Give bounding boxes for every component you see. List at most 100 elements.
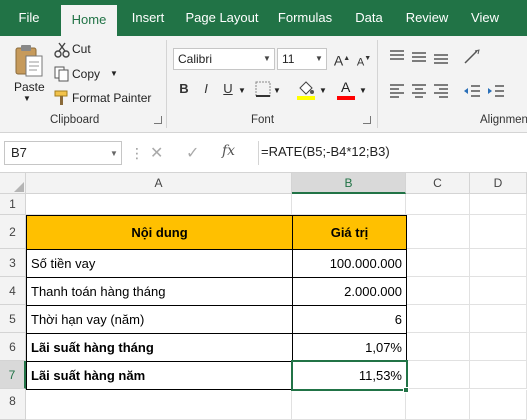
copy-icon (54, 66, 69, 82)
row-header-2[interactable]: 2 (0, 215, 26, 249)
fill-handle[interactable] (403, 387, 409, 393)
cell-b7[interactable]: 11,53% (292, 361, 407, 390)
fill-color-button[interactable]: ▼ (295, 78, 329, 100)
cell-c7[interactable] (407, 361, 470, 389)
column-header-c[interactable]: C (406, 173, 470, 194)
paste-button[interactable]: Paste ▼ (8, 40, 50, 106)
tab-page-layout[interactable]: Page Layout (180, 0, 264, 36)
cell-b1[interactable] (292, 194, 406, 215)
increase-indent-icon[interactable] (486, 82, 506, 100)
font-color-bar (337, 96, 355, 100)
cell-a4[interactable]: Thanh toán hàng tháng (26, 277, 293, 306)
cell-a2-header[interactable]: Nội dung (26, 215, 293, 250)
alignment-group: Alignment (378, 36, 527, 133)
cell-b8[interactable] (292, 390, 406, 420)
cell-d8[interactable] (470, 390, 527, 420)
font-group: Calibri ▼ 11 ▼ A▲ A▼ B I U ▼ ▼ ▼ A ▼ Fon… (167, 36, 375, 133)
cut-button[interactable]: Cut (54, 40, 134, 60)
cell-a1[interactable] (26, 194, 292, 215)
cell-d3[interactable] (470, 249, 527, 277)
align-center-icon[interactable] (410, 82, 428, 100)
cell-a6[interactable]: Lãi suất hàng tháng (26, 333, 293, 362)
cell-d6[interactable] (470, 333, 527, 361)
cell-d7[interactable] (470, 361, 527, 389)
insert-function-icon[interactable]: fx (222, 143, 235, 159)
tab-view[interactable]: View (462, 0, 508, 36)
tab-insert[interactable]: Insert (124, 0, 172, 36)
tab-data[interactable]: Data (346, 0, 392, 36)
align-left-icon[interactable] (388, 82, 406, 100)
increase-font-size-button[interactable]: A▲ (331, 48, 353, 70)
cell-a7[interactable]: Lãi suất hàng năm (26, 361, 293, 390)
row-header-4[interactable]: 4 (0, 277, 26, 305)
align-top-icon[interactable] (388, 48, 406, 66)
row-header-6[interactable]: 6 (0, 333, 26, 361)
cell-d4[interactable] (470, 277, 527, 305)
confirm-entry-icon[interactable]: ✓ (186, 143, 199, 163)
ribbon: Paste ▼ Cut Copy ▼ Format Painter Clipbo… (0, 36, 527, 133)
font-color-button[interactable]: A ▼ (335, 78, 369, 100)
font-family-dropdown[interactable]: Calibri ▼ (173, 48, 275, 70)
paste-dropdown-caret-icon[interactable]: ▼ (23, 94, 31, 103)
orientation-icon[interactable] (462, 48, 484, 66)
format-painter-label: Format Painter (72, 91, 152, 105)
cell-b2-header[interactable]: Giá trị (292, 215, 407, 250)
column-header-d[interactable]: D (470, 173, 527, 194)
cell-d2[interactable] (470, 215, 527, 249)
column-header-a[interactable]: A (26, 173, 292, 194)
copy-label: Copy (72, 67, 101, 81)
cell-b4[interactable]: 2.000.000 (292, 277, 407, 306)
row-header-3[interactable]: 3 (0, 249, 26, 277)
align-bottom-icon[interactable] (432, 48, 450, 66)
cell-d5[interactable] (470, 305, 527, 333)
formula-bar-grip-icon[interactable]: ⋮ (130, 145, 144, 162)
select-all-corner[interactable] (0, 173, 26, 194)
cell-a8[interactable] (26, 390, 292, 420)
italic-button[interactable]: I (195, 78, 217, 100)
name-box[interactable]: B7 (4, 141, 122, 165)
alignment-group-label: Alignment (480, 114, 527, 126)
font-dialog-launcher-icon[interactable] (363, 116, 371, 124)
column-header-b[interactable]: B (292, 173, 406, 194)
cell-c8[interactable] (406, 390, 470, 420)
row-header-7[interactable]: 7 (0, 361, 26, 389)
name-box-dropdown-caret-icon[interactable]: ▼ (110, 149, 118, 158)
clipboard-group: Paste ▼ Cut Copy ▼ Format Painter Clipbo… (0, 36, 166, 133)
cell-a5[interactable]: Thời hạn vay (năm) (26, 305, 293, 334)
row-header-1[interactable]: 1 (0, 194, 26, 215)
tab-file[interactable]: File (6, 0, 52, 36)
cell-c3[interactable] (407, 249, 470, 277)
formula-input[interactable]: =RATE(B5;-B4*12;B3) (258, 141, 526, 165)
cell-b5[interactable]: 6 (292, 305, 407, 334)
cell-c5[interactable] (407, 305, 470, 333)
align-middle-icon[interactable] (410, 48, 428, 66)
cell-c4[interactable] (407, 277, 470, 305)
tab-home[interactable]: Home (61, 5, 117, 36)
cell-c2[interactable] (407, 215, 470, 249)
align-right-icon[interactable] (432, 82, 450, 100)
borders-button[interactable]: ▼ (253, 78, 283, 100)
fill-color-dropdown-caret-icon: ▼ (319, 86, 327, 95)
row-header-8[interactable]: 8 (0, 389, 26, 420)
cell-d1[interactable] (470, 194, 527, 215)
decrease-indent-icon[interactable] (462, 82, 482, 100)
underline-dropdown-caret-icon[interactable]: ▼ (238, 86, 246, 95)
cell-b6[interactable]: 1,07% (292, 333, 407, 362)
cancel-entry-icon[interactable]: ✕ (150, 143, 163, 163)
font-size-dropdown[interactable]: 11 ▼ (277, 48, 327, 70)
format-painter-button[interactable]: Format Painter (54, 88, 158, 108)
copy-button[interactable]: Copy ▼ (54, 64, 134, 84)
cell-c1[interactable] (406, 194, 470, 215)
tab-formulas[interactable]: Formulas (272, 0, 338, 36)
select-all-triangle-icon (14, 182, 24, 192)
tab-review[interactable]: Review (400, 0, 454, 36)
cell-c6[interactable] (407, 333, 470, 361)
bold-button[interactable]: B (173, 78, 195, 100)
clipboard-dialog-launcher-icon[interactable] (154, 116, 162, 124)
underline-button[interactable]: U (217, 78, 239, 100)
cell-b3[interactable]: 100.000.000 (292, 249, 407, 278)
cell-a3[interactable]: Số tiền vay (26, 249, 293, 278)
row-header-5[interactable]: 5 (0, 305, 26, 333)
copy-dropdown-caret-icon[interactable]: ▼ (110, 69, 118, 78)
decrease-font-size-button[interactable]: A▼ (353, 48, 375, 70)
